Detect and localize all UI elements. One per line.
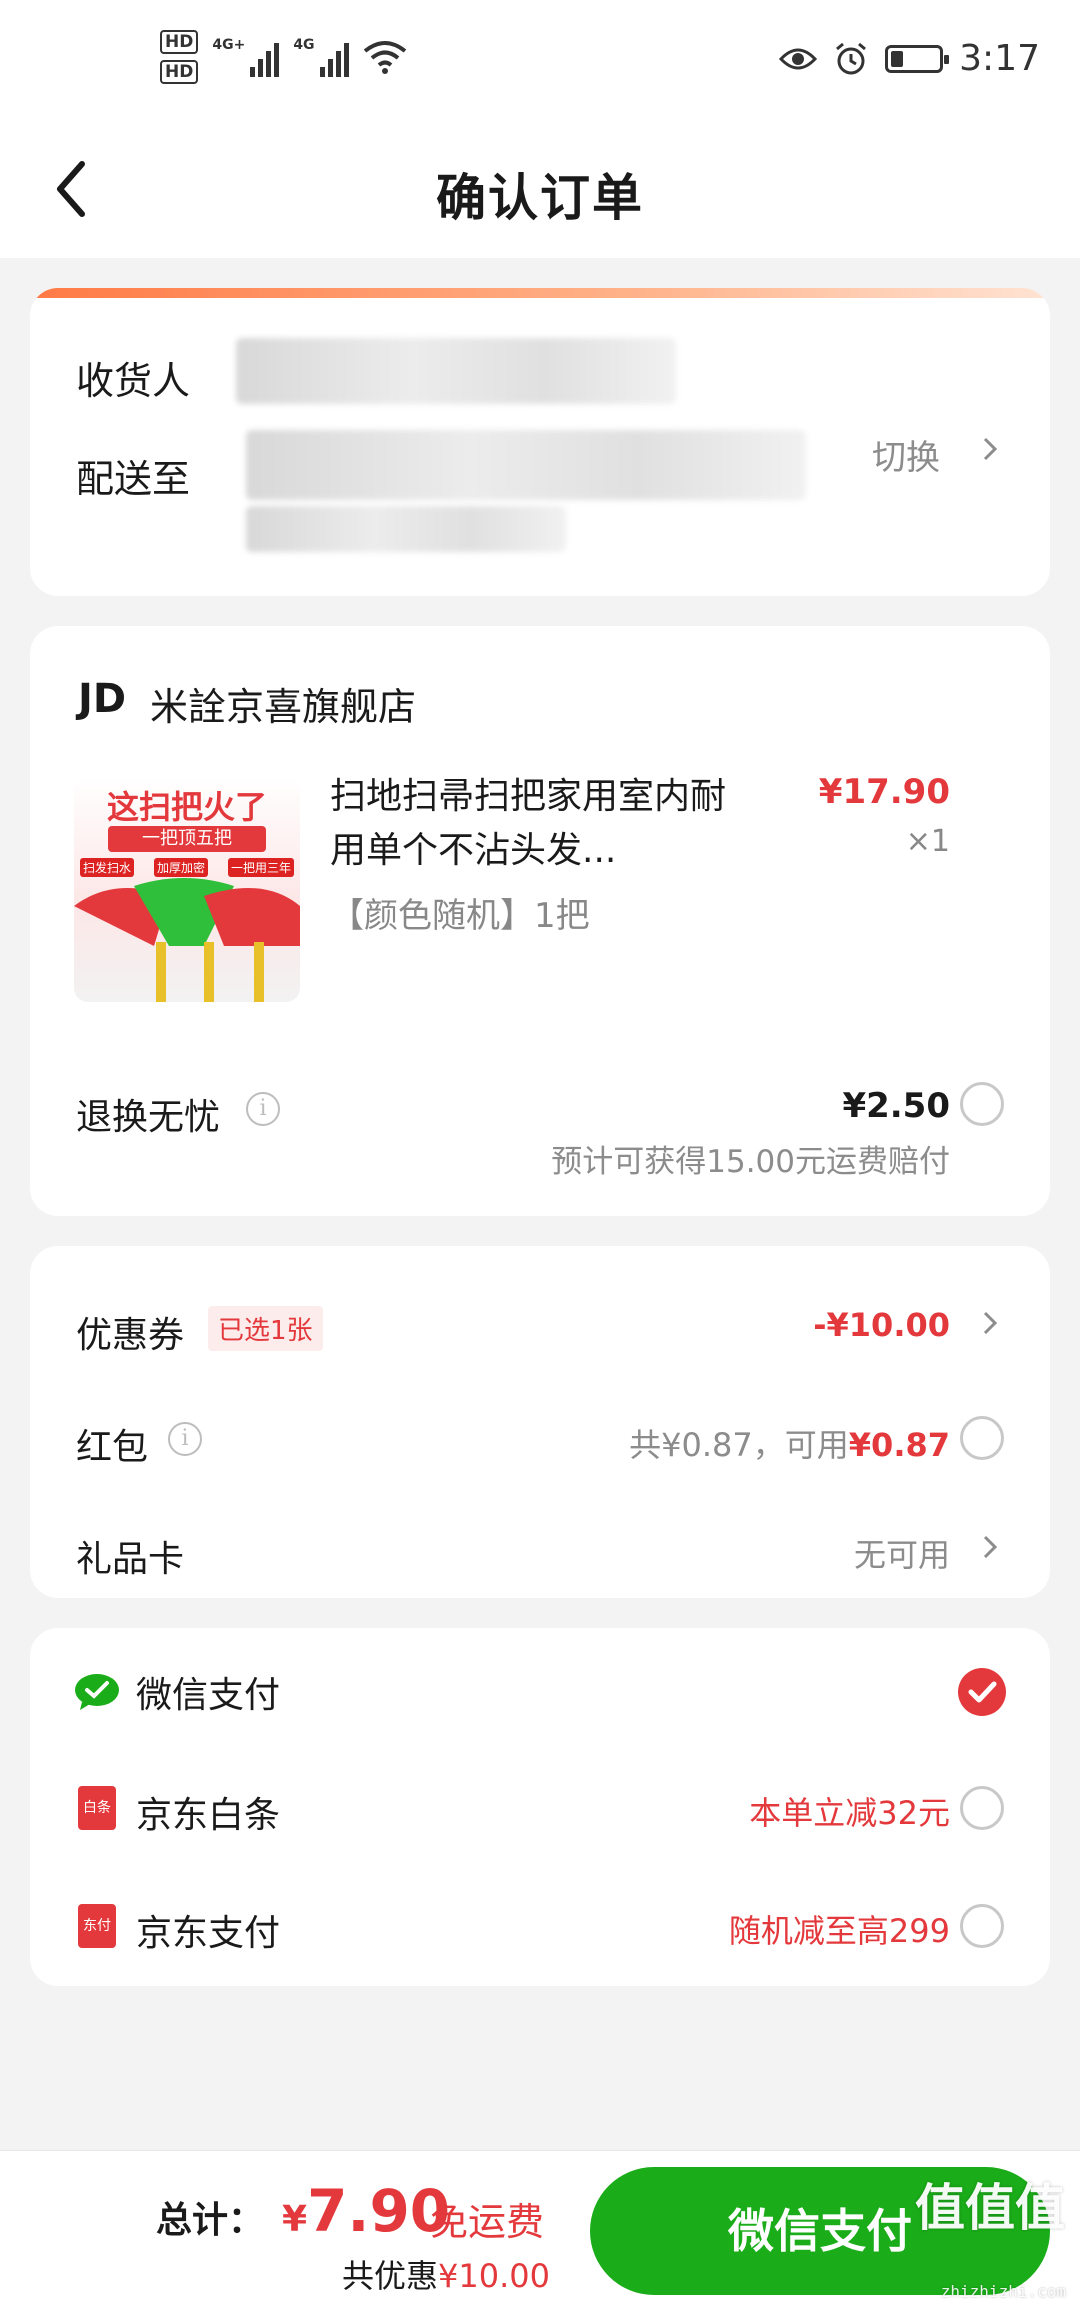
- recipient-redacted: [236, 338, 676, 404]
- product-price: ¥17.90: [818, 772, 950, 812]
- saving-value: ¥10.00: [438, 2257, 550, 2295]
- return-worry-label: 退换无忧: [76, 1097, 221, 1138]
- status-right: 3:17: [779, 38, 1040, 79]
- jd-logo: JD: [78, 676, 127, 722]
- jdpay-promo: 随机减至高299: [728, 1912, 950, 1950]
- saving-label: 共优惠: [342, 2257, 439, 2295]
- watermark-sub: zhizhizhi.com: [940, 2282, 1066, 2301]
- wechat-pay-checked[interactable]: [958, 1668, 1006, 1716]
- deliver-to-label: 配送至: [76, 457, 191, 501]
- coupon-label[interactable]: 优惠券: [76, 1306, 184, 1358]
- product-image-headline: 这扫把火了: [106, 788, 267, 826]
- hd-badge-1: HD: [160, 30, 199, 54]
- wifi-icon: [363, 41, 406, 74]
- info-icon[interactable]: i: [246, 1092, 280, 1126]
- baitiao-icon: 白条: [78, 1786, 116, 1830]
- giftcard-value[interactable]: 无可用: [854, 1530, 950, 1576]
- free-shipping-label: 免运费: [430, 2200, 545, 2244]
- chevron-right-icon[interactable]: [982, 1310, 998, 1336]
- product-image-sub: 一把顶五把: [108, 826, 266, 852]
- giftcard-label[interactable]: 礼品卡: [76, 1530, 184, 1582]
- clock: 3:17: [959, 38, 1040, 79]
- total-amount: 7.90: [307, 2177, 451, 2245]
- chevron-right-icon[interactable]: [982, 1534, 998, 1560]
- total-label: 总计：: [156, 2200, 265, 2241]
- recipient-label: 收货人: [76, 359, 191, 403]
- wechat-pay-icon: [75, 1674, 119, 1710]
- currency-symbol: ¥: [282, 2199, 308, 2240]
- coupon-value[interactable]: -¥10.00: [813, 1306, 950, 1344]
- wechat-pay-label[interactable]: 微信支付: [136, 1666, 280, 1718]
- eye-icon: [779, 48, 818, 69]
- address-card[interactable]: 收货人 配送至 切换: [30, 288, 1050, 596]
- info-icon[interactable]: i: [168, 1422, 202, 1456]
- product-spec: 【颜色随机】1把: [330, 896, 590, 936]
- discounts-card: 优惠券 已选1张 -¥10.00 红包 i 共¥0.87，可用¥0.87 礼品卡…: [30, 1246, 1050, 1598]
- battery-icon: [885, 44, 950, 73]
- product-qty: ×1: [905, 824, 950, 859]
- address-redacted-line2: [246, 506, 566, 552]
- payment-card: 微信支付 白条 京东白条 本单立减32元 东付 京东支付 随机减至高299: [30, 1628, 1050, 1986]
- return-worry-note: 预计可获得15.00元运费赔付: [551, 1144, 950, 1180]
- signal-icon-2: 4G: [293, 37, 349, 77]
- page-title: 确认订单: [436, 169, 644, 227]
- status-bar: HD HD 4G+ 4G 3:17: [0, 0, 1080, 120]
- baitiao-label[interactable]: 京东白条: [136, 1786, 280, 1838]
- product-image-tags: 扫发扫水 加厚加密 一把用三年: [80, 858, 294, 877]
- redpacket-label: 红包: [76, 1427, 149, 1468]
- redpacket-available: ¥0.87: [848, 1426, 950, 1464]
- saving-summary: 共优惠¥10.00: [342, 2251, 550, 2297]
- switch-address-link[interactable]: 切换: [872, 430, 940, 479]
- baitiao-radio[interactable]: [960, 1786, 1004, 1830]
- status-left: HD HD 4G+ 4G: [160, 30, 407, 84]
- address-redacted-line1: [246, 430, 806, 500]
- jdpay-radio[interactable]: [960, 1904, 1004, 1948]
- hd-badge-2: HD: [160, 60, 199, 84]
- coupon-selected-badge: 已选1张: [208, 1306, 323, 1351]
- watermark: 值值值: [915, 2179, 1065, 2237]
- store-card: JD 米詮京喜旗舰店 这扫把火了 一把顶五把 扫发扫水 加厚加密 一把用三年 扫…: [30, 626, 1050, 1216]
- broom-illustration: [74, 878, 300, 1002]
- checkmark-icon: [968, 1681, 997, 1703]
- baitiao-promo: 本单立减32元: [749, 1794, 950, 1832]
- chevron-right-icon[interactable]: [982, 436, 998, 462]
- nav-header: 确认订单: [0, 120, 1080, 258]
- alarm-icon: [836, 42, 867, 74]
- jdpay-label[interactable]: 京东支付: [136, 1904, 280, 1956]
- jdpay-icon: 东付: [78, 1904, 116, 1948]
- redpacket-amount: 共¥0.87，可用¥0.87: [629, 1426, 950, 1464]
- signal-icon-1: 4G+: [212, 37, 280, 77]
- store-name[interactable]: 米詮京喜旗舰店: [150, 676, 416, 731]
- address-card-accent: [30, 288, 1050, 298]
- total-price: ¥7.90: [282, 2177, 450, 2245]
- return-worry-radio[interactable]: [960, 1082, 1004, 1126]
- product-image[interactable]: 这扫把火了 一把顶五把 扫发扫水 加厚加密 一把用三年: [74, 776, 300, 1002]
- product-title[interactable]: 扫地扫帚扫把家用室内耐用单个不沾头发...: [330, 770, 730, 878]
- return-worry-price: ¥2.50: [842, 1086, 950, 1126]
- redpacket-radio[interactable]: [960, 1416, 1004, 1460]
